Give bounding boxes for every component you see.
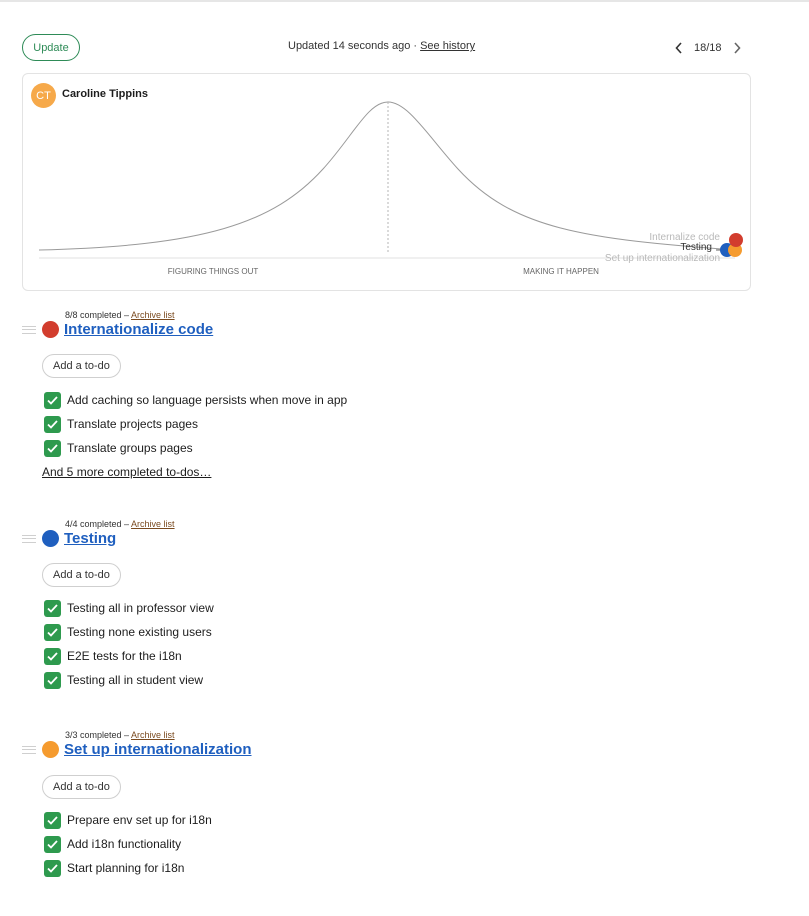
see-history-link[interactable]: See history: [420, 40, 475, 52]
todo-item: Translate groups pages: [44, 439, 193, 457]
chevron-right-icon[interactable]: [730, 38, 744, 58]
toolbar: Update Updated 14 seconds ago · See hist…: [22, 34, 750, 61]
list-color-dot: [42, 741, 59, 758]
list-title[interactable]: Internationalize code: [64, 321, 213, 338]
update-button[interactable]: Update: [22, 34, 80, 61]
list-color-dot: [42, 530, 59, 547]
todo-item: Add i18n functionality: [44, 835, 181, 853]
todo-text: Testing none existing users: [67, 625, 212, 639]
todo-text: Translate projects pages: [67, 417, 198, 431]
completed-count: 4/4 completed –: [65, 519, 132, 529]
todolist-setup-internationalization: 3/3 completed – Archive list Set up inte…: [22, 728, 522, 888]
todo-text: Add i18n functionality: [67, 837, 182, 851]
drag-handle-icon[interactable]: [22, 746, 36, 754]
todo-text: Add caching so language persists when mo…: [67, 393, 348, 407]
pager: 18/18: [672, 38, 752, 58]
checkbox-checked-icon[interactable]: [44, 599, 61, 617]
todo-text: E2E tests for the i18n: [67, 649, 182, 663]
add-todo-button[interactable]: Add a to-do: [42, 775, 121, 799]
checkbox-checked-icon[interactable]: [44, 439, 61, 457]
add-todo-button[interactable]: Add a to-do: [42, 563, 121, 587]
todo-item: Start planning for i18n: [44, 859, 184, 877]
list-title[interactable]: Set up internationalization: [64, 741, 252, 758]
left-phase-label: FIGURING THINGS OUT: [168, 267, 259, 276]
todo-item: Testing all in student view: [44, 671, 203, 689]
checkbox-checked-icon[interactable]: [44, 671, 61, 689]
list-meta: 3/3 completed – Archive list: [65, 730, 175, 740]
archive-list-link[interactable]: Archive list: [131, 519, 175, 529]
todo-item: Testing none existing users: [44, 623, 212, 641]
archive-list-link[interactable]: Archive list: [131, 310, 175, 320]
checkbox-checked-icon[interactable]: [44, 623, 61, 641]
todolist-testing: 4/4 completed – Archive list Testing Add…: [22, 517, 522, 697]
archive-list-link[interactable]: Archive list: [131, 730, 175, 740]
more-completed-link[interactable]: And 5 more completed to-dos…: [42, 465, 211, 479]
hill-curve: [38, 101, 736, 251]
right-phase-label: MAKING IT HAPPEN: [523, 267, 599, 276]
updated-status: Updated 14 seconds ago · See history: [288, 40, 475, 52]
add-todo-button[interactable]: Add a to-do: [42, 354, 121, 378]
top-divider: [0, 0, 809, 2]
list-title[interactable]: Testing: [64, 530, 116, 547]
todo-item: Testing all in professor view: [44, 599, 214, 617]
todo-item: Add caching so language persists when mo…: [44, 391, 347, 409]
todolist-internationalize: 8/8 completed – Archive list Internation…: [22, 308, 522, 488]
completed-count: 3/3 completed –: [65, 730, 132, 740]
updated-text: Updated 14 seconds ago ·: [288, 40, 421, 52]
hill-dot-internationalize: [729, 233, 743, 247]
todo-item: Translate projects pages: [44, 415, 198, 433]
list-color-dot: [42, 321, 59, 338]
todo-item: E2E tests for the i18n: [44, 647, 182, 665]
todo-text: Start planning for i18n: [67, 861, 185, 875]
checkbox-checked-icon[interactable]: [44, 859, 61, 877]
hill-label-testing: Testing: [680, 242, 712, 253]
todo-item: Prepare env set up for i18n: [44, 811, 212, 829]
checkbox-checked-icon[interactable]: [44, 647, 61, 665]
completed-count: 8/8 completed –: [65, 310, 132, 320]
list-meta: 8/8 completed – Archive list: [65, 310, 175, 320]
hill-label-setup: Set up internationalization: [605, 253, 720, 264]
todo-text: Testing all in professor view: [67, 601, 214, 615]
todo-text: Testing all in student view: [67, 673, 204, 687]
list-meta: 4/4 completed – Archive list: [65, 519, 175, 529]
drag-handle-icon[interactable]: [22, 326, 36, 334]
checkbox-checked-icon[interactable]: [44, 415, 61, 433]
checkbox-checked-icon[interactable]: [44, 391, 61, 409]
hill-chart-card: CT Caroline Tippins FIGURING THINGS OUT …: [22, 73, 751, 291]
todo-text: Translate groups pages: [67, 441, 193, 455]
todo-text: Prepare env set up for i18n: [67, 813, 212, 827]
chevron-left-icon[interactable]: [672, 38, 686, 58]
checkbox-checked-icon[interactable]: [44, 835, 61, 853]
hill-chart: FIGURING THINGS OUT MAKING IT HAPPEN Int…: [38, 101, 743, 276]
checkbox-checked-icon[interactable]: [44, 811, 61, 829]
drag-handle-icon[interactable]: [22, 535, 36, 543]
page-count: 18/18: [694, 42, 722, 54]
